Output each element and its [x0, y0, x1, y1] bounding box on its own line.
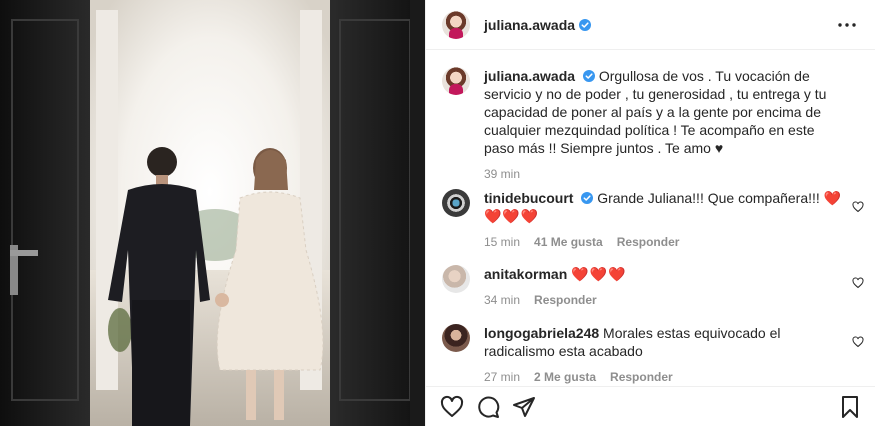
more-horizontal-icon [838, 22, 856, 27]
post-caption: juliana.awada Orgullosa de vos . Tu voca… [426, 67, 875, 183]
comment-body: anitakorman ❤️❤️❤️ 34 min Responder [484, 265, 844, 309]
reply-button[interactable]: Responder [610, 368, 673, 386]
comment-item: longogabriela248 Morales estas equivocad… [426, 324, 875, 386]
heart-outline-icon[interactable] [440, 395, 464, 419]
paper-plane-icon[interactable] [512, 395, 536, 419]
heart-outline-icon[interactable] [852, 201, 864, 213]
comment-meta: 15 min 41 Me gusta Responder [484, 233, 844, 251]
avatar[interactable] [442, 10, 470, 39]
comment-meta: 34 min Responder [484, 291, 844, 309]
comment-bubble-icon[interactable] [476, 395, 500, 419]
verified-badge-icon [581, 192, 594, 204]
caption-timestamp[interactable]: 39 min [484, 165, 520, 183]
comment-like-count[interactable]: 41 Me gusta [534, 233, 603, 251]
heart-outline-icon[interactable] [852, 277, 864, 289]
bookmark-icon[interactable] [838, 395, 862, 419]
avatar[interactable] [442, 189, 470, 217]
caption-body: juliana.awada Orgullosa de vos . Tu voca… [484, 67, 844, 183]
post-header: juliana.awada [426, 0, 875, 50]
comment-item: anitakorman ❤️❤️❤️ 34 min Responder [426, 265, 875, 309]
post-action-bar [426, 386, 875, 426]
caption-username[interactable]: juliana.awada [484, 68, 575, 84]
comment-emoji: ❤️❤️❤️ [571, 266, 627, 282]
post-details-panel: juliana.awada juliana.awada Orgullosa de… [425, 0, 875, 426]
comment-body: longogabriela248 Morales estas equivocad… [484, 324, 844, 386]
comment-timestamp[interactable]: 34 min [484, 291, 520, 309]
comment-timestamp[interactable]: 15 min [484, 233, 520, 251]
comment-username[interactable]: tinidebucourt [484, 190, 573, 206]
heart-outline-icon[interactable] [852, 336, 864, 348]
more-options-button[interactable] [835, 13, 859, 37]
comment-text: Grande Juliana!!! Que compañera!!! [597, 190, 820, 206]
avatar[interactable] [442, 324, 470, 352]
verified-badge-icon [582, 70, 595, 82]
comments-list[interactable]: juliana.awada Orgullosa de vos . Tu voca… [426, 50, 875, 386]
verified-badge-icon [579, 18, 592, 31]
comment-meta: 27 min 2 Me gusta Responder [484, 368, 844, 386]
wedding-photo-illustration [0, 0, 425, 426]
comment-username[interactable]: longogabriela248 [484, 325, 599, 341]
avatar[interactable] [442, 265, 470, 293]
comment-item: tinidebucourt Grande Juliana!!! Que comp… [426, 189, 875, 251]
comment-timestamp[interactable]: 27 min [484, 368, 520, 386]
reply-button[interactable]: Responder [534, 291, 597, 309]
comment-like-count[interactable]: 2 Me gusta [534, 368, 596, 386]
caption-meta: 39 min [484, 165, 844, 183]
post-author-username[interactable]: juliana.awada [484, 17, 575, 33]
avatar[interactable] [442, 67, 470, 95]
post-photo[interactable] [0, 0, 425, 426]
comment-body: tinidebucourt Grande Juliana!!! Que comp… [484, 189, 844, 251]
reply-button[interactable]: Responder [617, 233, 680, 251]
comment-username[interactable]: anitakorman [484, 266, 567, 282]
